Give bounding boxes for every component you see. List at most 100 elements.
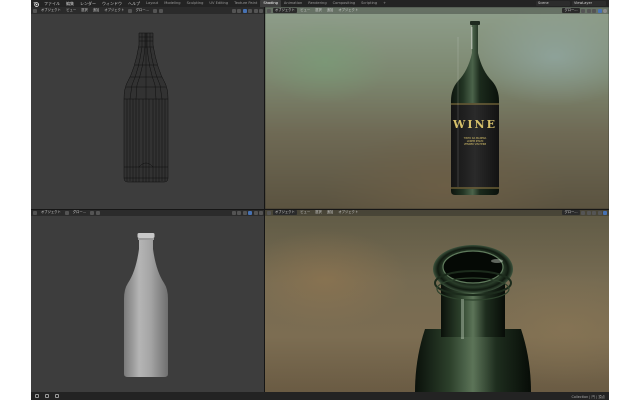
- overlay-icon[interactable]: [586, 210, 591, 215]
- xray-icon[interactable]: [237, 210, 241, 215]
- viewport-material-preview[interactable]: WINE TINTO DA MADERA LOREM IPSUM VENDER …: [265, 7, 609, 209]
- area-divider-vertical[interactable]: [264, 7, 265, 392]
- editor-type-icon[interactable]: [267, 8, 271, 13]
- mouse-middle-icon: [45, 394, 49, 398]
- view-layer-selector[interactable]: ViewLayer: [572, 1, 606, 6]
- mode-dropdown[interactable]: オブジェクト: [39, 210, 63, 215]
- shading-controls: [231, 8, 263, 13]
- rendered-shading-icon[interactable]: [603, 210, 607, 215]
- tab-uv-editing[interactable]: UV Editing: [206, 0, 231, 7]
- tab-scripting[interactable]: Scripting: [358, 0, 380, 7]
- overlay-icon[interactable]: [231, 8, 236, 13]
- rendered-shading-icon[interactable]: [603, 8, 607, 13]
- shading-controls: グロー...: [562, 8, 607, 13]
- orientation-dropdown[interactable]: グロー...: [70, 210, 88, 215]
- menu-window[interactable]: ウィンドウ: [99, 0, 125, 7]
- mode-dropdown[interactable]: オブジェクト: [39, 8, 63, 13]
- snap-icon[interactable]: [581, 8, 585, 13]
- tab-compositing[interactable]: Compositing: [330, 0, 359, 7]
- add-workspace-button[interactable]: +: [380, 0, 389, 7]
- menu-view[interactable]: ビュー: [299, 210, 312, 215]
- menu-add[interactable]: 追加: [325, 8, 335, 13]
- label-line-3: VENDER VIN HERB: [463, 143, 487, 146]
- bottle-label-text: WINE TINTO DA MADERA LOREM IPSUM VENDER …: [451, 118, 499, 147]
- viewport-header-tr: オブジェクト ビュー 選択 追加 オブジェクト グロー...: [265, 7, 609, 14]
- rendered-shading-icon[interactable]: [259, 210, 263, 215]
- snap-icon[interactable]: [581, 210, 585, 215]
- transform-icon[interactable]: [127, 8, 132, 13]
- bottle-neck-closeup: [415, 245, 531, 392]
- editor-type-icon[interactable]: [33, 8, 37, 13]
- shading-controls: グロー...: [562, 210, 607, 215]
- overlay-icon[interactable]: [586, 8, 591, 13]
- viewport-header-tl: オブジェクト ビュー 選択 追加 オブジェクト グロー...: [31, 7, 265, 14]
- menu-select[interactable]: 選択: [314, 8, 324, 13]
- snap-icon[interactable]: [152, 8, 157, 13]
- editor-type-icon[interactable]: [33, 210, 37, 215]
- tab-animation[interactable]: Animation: [281, 0, 305, 7]
- wireframe-bottle: [123, 32, 169, 183]
- solid-shading-icon[interactable]: [248, 8, 252, 13]
- solid-shading-icon[interactable]: [592, 8, 596, 13]
- blender-window: ファイル 編集 レンダー ウィンドウ ヘルプ Layout Modeling S…: [31, 0, 609, 400]
- material-shading-icon[interactable]: [597, 210, 602, 215]
- overlay-icon[interactable]: [231, 210, 236, 215]
- solid-shading-icon[interactable]: [592, 210, 596, 215]
- menu-object[interactable]: オブジェクト: [337, 210, 360, 215]
- menu-edit[interactable]: 編集: [63, 0, 77, 7]
- tab-rendering[interactable]: Rendering: [305, 0, 329, 7]
- status-info: Collection | 円 | 頂点: [571, 394, 605, 399]
- material-shading-icon[interactable]: [253, 210, 258, 215]
- scene-selectors: Scene ViewLayer: [536, 1, 609, 6]
- top-menu-bar: ファイル 編集 レンダー ウィンドウ ヘルプ Layout Modeling S…: [31, 0, 609, 7]
- proportional-edit-icon[interactable]: [95, 210, 100, 215]
- viewport-solid[interactable]: オブジェクト グロー...: [31, 209, 265, 392]
- snap-icon[interactable]: [89, 210, 94, 215]
- orientation-dropdown[interactable]: グロー...: [562, 8, 580, 13]
- proportional-edit-icon[interactable]: [158, 8, 163, 13]
- tab-sculpting[interactable]: Sculpting: [184, 0, 207, 7]
- menu-help[interactable]: ヘルプ: [125, 0, 143, 7]
- material-shading-icon[interactable]: [597, 8, 602, 13]
- wireframe-shading-icon[interactable]: [242, 210, 247, 215]
- viewport-header-bl: オブジェクト グロー...: [31, 209, 265, 216]
- orientation-dropdown[interactable]: グロー...: [133, 8, 151, 13]
- menu-object[interactable]: オブジェクト: [103, 8, 126, 13]
- xray-icon[interactable]: [237, 8, 241, 13]
- menu-view[interactable]: ビュー: [65, 8, 78, 13]
- label-brand: WINE: [453, 118, 497, 131]
- transform-icon[interactable]: [64, 210, 69, 215]
- menu-file[interactable]: ファイル: [41, 0, 63, 7]
- rendered-bottle: [451, 21, 499, 195]
- menu-object[interactable]: オブジェクト: [337, 8, 360, 13]
- menu-select[interactable]: 選択: [80, 8, 90, 13]
- status-bar: Collection | 円 | 頂点: [31, 392, 609, 400]
- tab-shading[interactable]: Shading: [260, 0, 281, 7]
- tab-modeling[interactable]: Modeling: [161, 0, 183, 7]
- mouse-right-icon: [55, 394, 59, 398]
- solid-shading-icon[interactable]: [248, 210, 252, 215]
- wireframe-shading-icon[interactable]: [242, 8, 247, 13]
- menu-render[interactable]: レンダー: [77, 0, 99, 7]
- menu-add[interactable]: 追加: [325, 210, 335, 215]
- menu-add[interactable]: 追加: [91, 8, 101, 13]
- mode-dropdown[interactable]: オブジェクト: [273, 8, 297, 13]
- orientation-dropdown[interactable]: グロー...: [562, 210, 580, 215]
- editor-type-icon[interactable]: [267, 210, 271, 215]
- shading-controls: [231, 210, 263, 215]
- menu-select[interactable]: 選択: [314, 210, 324, 215]
- scene-selector[interactable]: Scene: [536, 1, 570, 6]
- rendered-shading-icon[interactable]: [259, 8, 263, 13]
- viewport-header-br: オブジェクト ビュー 選択 追加 オブジェクト グロー...: [265, 209, 609, 216]
- material-shading-icon[interactable]: [253, 8, 258, 13]
- solid-bottle: [124, 233, 168, 377]
- tab-texture-paint[interactable]: Texture Paint: [231, 0, 260, 7]
- menu-view[interactable]: ビュー: [299, 8, 312, 13]
- blender-logo-icon[interactable]: [33, 1, 39, 7]
- mouse-left-icon: [35, 394, 39, 398]
- mode-dropdown[interactable]: オブジェクト: [273, 210, 297, 215]
- area-divider-horizontal[interactable]: [31, 209, 609, 210]
- viewport-rendered-closeup[interactable]: オブジェクト ビュー 選択 追加 オブジェクト グロー...: [265, 209, 609, 392]
- viewport-wireframe[interactable]: オブジェクト ビュー 選択 追加 オブジェクト グロー...: [31, 7, 265, 209]
- tab-layout[interactable]: Layout: [143, 0, 161, 7]
